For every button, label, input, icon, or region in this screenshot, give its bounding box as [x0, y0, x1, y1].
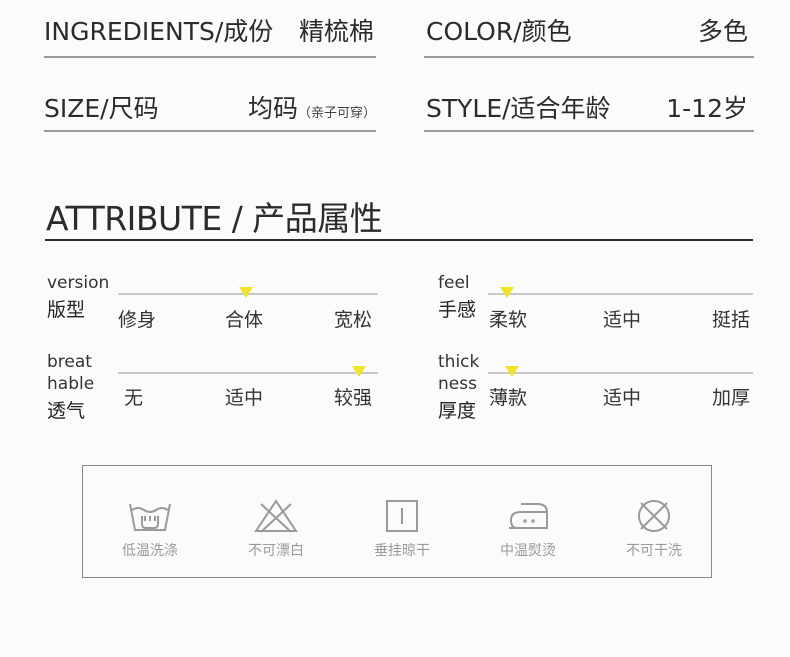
breathable-label-en-2: hable [47, 374, 95, 394]
version-option-2: 合体 [225, 309, 264, 331]
spec-color: COLOR/颜色 多色 [426, 12, 748, 46]
feel-option-1: 柔软 [489, 309, 528, 331]
feel-label-en: feel [438, 273, 470, 293]
spec-size: SIZE/尺码 均码（亲子可穿） [44, 89, 376, 123]
no-dry-clean-icon [638, 500, 670, 532]
breathable-label-en-1: breat [47, 352, 92, 372]
care-label-low-temp-wash: 低温洗涤 [122, 543, 178, 559]
spec-ingredients: INGREDIENTS/成份 精梳棉 [44, 12, 374, 46]
spec-style: STYLE/适合年龄 1-12岁 [426, 89, 748, 123]
thickness-option-1: 薄款 [489, 387, 528, 409]
version-option-1: 修身 [118, 309, 157, 331]
feel-marker [499, 287, 514, 298]
thickness-label-en-2: ness [438, 374, 477, 394]
version-marker [239, 287, 253, 298]
attribute-title-rule [45, 239, 753, 241]
spec-ingredients-label: INGREDIENTS/成份 [44, 17, 274, 46]
spec-divider [424, 56, 754, 58]
care-item-low-temp-wash: 低温洗涤 [95, 498, 205, 560]
breathable-option-2: 适中 [225, 387, 264, 409]
care-item-hang-dry: 垂挂晾干 [347, 498, 457, 560]
breathable-scale-line [118, 372, 378, 374]
spec-style-label: STYLE/适合年龄 [426, 94, 611, 123]
thickness-label-en-1: thick [438, 352, 480, 372]
care-label-medium-iron: 中温熨烫 [500, 543, 556, 559]
spec-style-value: 1-12岁 [666, 94, 748, 123]
size-value-text: 均码 [247, 94, 298, 123]
size-note: （亲子可穿） [297, 106, 376, 121]
thickness-option-2: 适中 [603, 387, 642, 409]
thickness-scale-line [488, 372, 753, 374]
no-bleach-icon [254, 499, 298, 533]
breathable-option-1: 无 [124, 387, 144, 409]
care-label-hang-dry: 垂挂晾干 [374, 543, 430, 559]
care-item-no-dry-clean: 不可干洗 [599, 498, 709, 560]
care-instructions-box: 低温洗涤 不可漂白 垂挂晾干 中温熨烫 不可干洗 [82, 465, 712, 578]
care-item-medium-iron: 中温熨烫 [473, 498, 583, 560]
care-item-no-bleach: 不可漂白 [221, 498, 331, 560]
hang-dry-icon [386, 500, 418, 532]
breathable-label-cn: 透气 [47, 400, 86, 422]
care-label-no-dry-clean: 不可干洗 [626, 543, 682, 559]
feel-option-3: 挺括 [712, 309, 751, 331]
thickness-label-cn: 厚度 [438, 400, 477, 422]
spec-color-label: COLOR/颜色 [426, 17, 572, 46]
feel-option-2: 适中 [603, 309, 642, 331]
feel-scale-line [488, 293, 753, 295]
breathable-marker [352, 366, 367, 377]
thickness-option-3: 加厚 [712, 387, 751, 409]
feel-label-cn: 手感 [438, 299, 477, 321]
thickness-marker [504, 366, 519, 377]
medium-iron-icon [509, 503, 548, 529]
spec-ingredients-value: 精梳棉 [298, 17, 374, 46]
spec-divider [44, 130, 376, 132]
spec-divider [424, 130, 754, 132]
spec-color-value: 多色 [697, 17, 748, 46]
version-option-3: 宽松 [334, 309, 373, 331]
care-label-no-bleach: 不可漂白 [248, 543, 304, 559]
spec-divider [44, 56, 376, 58]
attribute-title: ATTRIBUTE / 产品属性 [46, 199, 383, 238]
version-label-cn: 版型 [47, 299, 86, 321]
spec-size-value: 均码（亲子可穿） [248, 89, 376, 125]
version-label-en: version [47, 273, 110, 293]
spec-size-label: SIZE/尺码 [44, 94, 159, 123]
low-temp-wash-icon [129, 503, 171, 531]
breathable-option-3: 较强 [334, 387, 373, 409]
